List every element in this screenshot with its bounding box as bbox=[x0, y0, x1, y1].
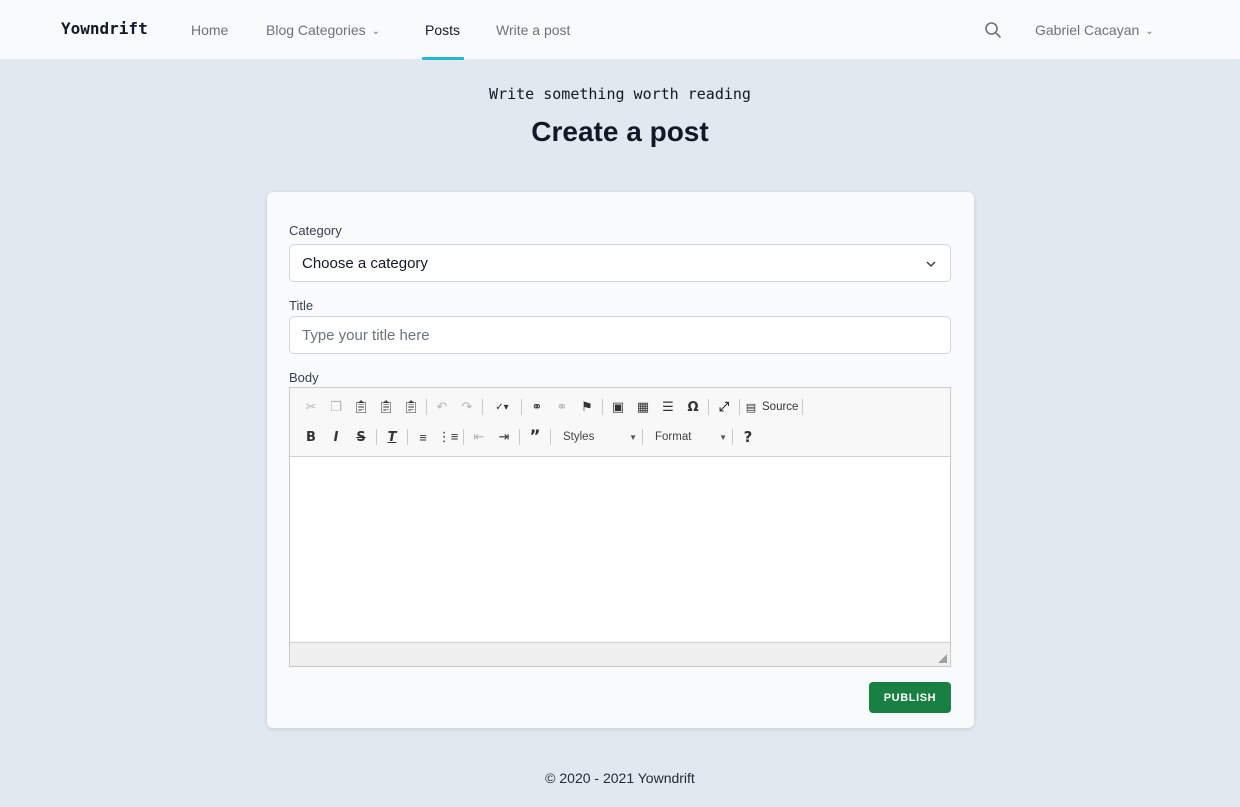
copy-icon[interactable]: ❐ bbox=[325, 396, 347, 418]
nav-link-blog-categories[interactable]: Blog Categories ⌄ bbox=[266, 22, 380, 38]
toolbar-separator bbox=[732, 429, 733, 445]
toolbar-separator bbox=[519, 429, 520, 445]
nav-link-write-label: Write a post bbox=[496, 22, 571, 38]
toolbar-separator bbox=[802, 399, 804, 415]
editor-status-bar bbox=[290, 642, 950, 666]
indent-icon[interactable]: ⇥ bbox=[493, 426, 515, 448]
toolbar-separator bbox=[642, 429, 643, 445]
redo-icon[interactable]: ↷ bbox=[456, 396, 478, 418]
maximize-icon[interactable]: ⤢ bbox=[713, 396, 735, 418]
image-icon[interactable]: ▣ bbox=[607, 396, 629, 418]
active-nav-indicator bbox=[422, 57, 464, 60]
editor-toolbar: ✂ ❐ 📋︎ 📋︎ 📋︎ ↶ ↷ ✓▾ ⚭ ⚭ ⚑ ▣ ▦ ☰ Ω ⤢ ▤ So… bbox=[290, 388, 950, 457]
toolbar-separator bbox=[708, 399, 709, 415]
toolbar-row-1: ✂ ❐ 📋︎ 📋︎ 📋︎ ↶ ↷ ✓▾ ⚭ ⚭ ⚑ ▣ ▦ ☰ Ω ⤢ ▤ So… bbox=[300, 396, 807, 418]
format-dropdown[interactable]: Format ▼ bbox=[647, 427, 731, 447]
remove-format-icon[interactable]: T bbox=[381, 426, 403, 448]
category-select-value: Choose a category bbox=[302, 255, 428, 272]
unlink-icon[interactable]: ⚭ bbox=[551, 396, 573, 418]
special-char-icon[interactable]: Ω bbox=[682, 396, 704, 418]
footer-copyright: © 2020 - 2021 Yowndrift bbox=[545, 770, 695, 786]
paste-text-icon[interactable]: 📋︎ bbox=[375, 396, 397, 418]
toolbar-separator bbox=[426, 399, 427, 415]
italic-icon[interactable]: I bbox=[325, 426, 347, 448]
title-input[interactable] bbox=[289, 316, 951, 354]
chevron-down-icon: ⌄ bbox=[1145, 26, 1154, 37]
source-button[interactable]: Source bbox=[762, 401, 798, 413]
format-dropdown-label: Format bbox=[655, 431, 692, 443]
category-select[interactable]: Choose a category bbox=[289, 244, 951, 282]
toolbar-separator bbox=[602, 399, 603, 415]
styles-dropdown[interactable]: Styles ▼ bbox=[555, 427, 641, 447]
anchor-icon[interactable]: ⚑ bbox=[576, 396, 598, 418]
page-title: Create a post bbox=[531, 116, 709, 147]
page-tagline: Write something worth reading bbox=[489, 85, 751, 103]
toolbar-separator bbox=[376, 429, 377, 445]
title-label: Title bbox=[289, 298, 314, 313]
brand-logo[interactable]: Yowndrift bbox=[61, 19, 148, 38]
category-label: Category bbox=[289, 223, 342, 238]
caret-down-icon: ▼ bbox=[629, 432, 637, 442]
toolbar-separator bbox=[463, 429, 464, 445]
editor-content-area[interactable] bbox=[290, 457, 950, 641]
toolbar-row-2: B I S T ≡ ⋮≡ ⇤ ⇥ ” Styles ▼ Format ▼ ? bbox=[300, 426, 762, 448]
blockquote-icon[interactable]: ” bbox=[524, 426, 546, 448]
user-name: Gabriel Cacayan bbox=[1035, 22, 1140, 38]
styles-dropdown-label: Styles bbox=[563, 431, 595, 443]
link-icon[interactable]: ⚭ bbox=[526, 396, 548, 418]
spellcheck-icon[interactable]: ✓▾ bbox=[487, 396, 517, 418]
nav-link-posts[interactable]: Posts bbox=[425, 22, 460, 38]
toolbar-separator bbox=[550, 429, 551, 445]
outdent-icon[interactable]: ⇤ bbox=[468, 426, 490, 448]
cut-icon[interactable]: ✂ bbox=[300, 396, 322, 418]
bold-icon[interactable]: B bbox=[300, 426, 322, 448]
publish-button[interactable]: PUBLISH bbox=[869, 682, 951, 713]
toolbar-separator bbox=[739, 399, 740, 415]
strike-icon[interactable]: S bbox=[350, 426, 372, 448]
chevron-down-icon bbox=[926, 261, 936, 268]
toolbar-separator bbox=[407, 429, 408, 445]
paste-icon[interactable]: 📋︎ bbox=[350, 396, 372, 418]
source-icon: ▤ bbox=[745, 401, 757, 414]
bulleted-list-icon[interactable]: ⋮≡ bbox=[437, 426, 459, 448]
top-navbar: Yowndrift Home Blog Categories ⌄ Posts Wr… bbox=[0, 0, 1240, 60]
horizontal-line-icon[interactable]: ☰ bbox=[657, 396, 679, 418]
numbered-list-icon[interactable]: ≡ bbox=[412, 426, 434, 448]
nav-link-home[interactable]: Home bbox=[191, 22, 228, 38]
paste-from-word-icon[interactable]: 📋︎ bbox=[400, 396, 422, 418]
undo-icon[interactable]: ↶ bbox=[431, 396, 453, 418]
nav-link-posts-label: Posts bbox=[425, 22, 461, 38]
toolbar-separator bbox=[521, 399, 522, 415]
table-icon[interactable]: ▦ bbox=[632, 396, 654, 418]
user-menu[interactable]: Gabriel Cacayan ⌄ bbox=[1035, 22, 1154, 38]
body-label: Body bbox=[289, 370, 319, 385]
search-icon[interactable] bbox=[983, 20, 1003, 40]
create-post-card: Category Choose a category Title Body ✂ … bbox=[267, 192, 974, 728]
nav-link-home-label: Home bbox=[191, 22, 229, 38]
resize-handle-icon[interactable] bbox=[938, 654, 947, 663]
rich-text-editor: ✂ ❐ 📋︎ 📋︎ 📋︎ ↶ ↷ ✓▾ ⚭ ⚭ ⚑ ▣ ▦ ☰ Ω ⤢ ▤ So… bbox=[289, 387, 951, 667]
nav-link-write-a-post[interactable]: Write a post bbox=[496, 22, 570, 38]
caret-down-icon: ▼ bbox=[719, 432, 727, 442]
help-icon[interactable]: ? bbox=[737, 426, 759, 448]
chevron-down-icon: ⌄ bbox=[371, 26, 381, 37]
nav-link-blog-categories-label: Blog Categories bbox=[266, 22, 366, 38]
toolbar-separator bbox=[482, 399, 483, 415]
